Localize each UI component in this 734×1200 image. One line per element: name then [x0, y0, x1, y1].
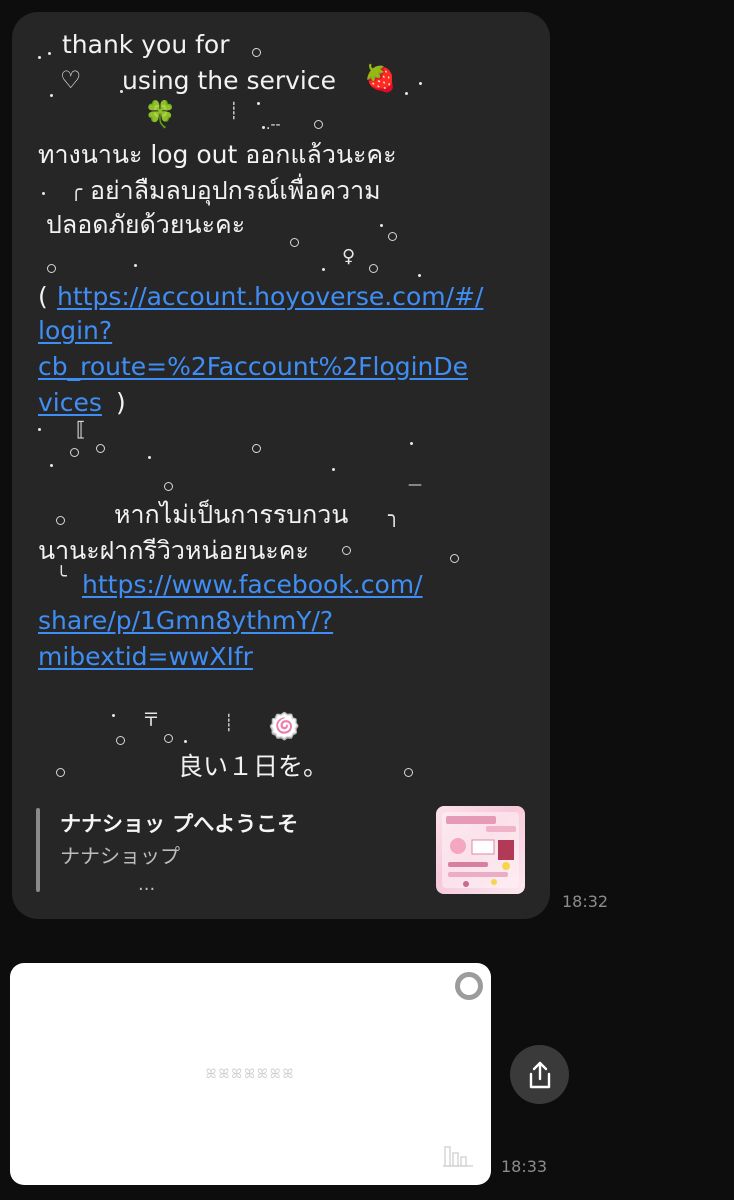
share-icon: [529, 1061, 550, 1088]
fishcake-icon: 🍥: [268, 712, 301, 742]
link-preview-title[interactable]: ナナショッ プへようこそ: [60, 808, 298, 838]
message-closing: 良い１日を。: [178, 752, 329, 781]
message-timestamp: 18:32: [562, 892, 609, 911]
facebook-link-part-2[interactable]: share/p/1Gmn8ythmY/?: [38, 606, 333, 636]
hoyoverse-link-part-1[interactable]: https://account.hoyoverse.com/#/: [57, 282, 483, 312]
image-timestamp: 18:33: [501, 1157, 548, 1176]
clover-icon: 🍀: [144, 100, 177, 130]
image-card[interactable]: ꕤꕤꕤꕤꕤꕤꕤ: [10, 963, 491, 1185]
message-thai-line-3: ปลอดภัยด้วยนะคะ: [46, 210, 246, 239]
message-line-thank-you: thank you for: [62, 30, 230, 59]
message-bubble[interactable]: ┊ .-- ♀ ⟦ — ╮ ╰ 〒 ┊ thank you for ♡ usin…: [12, 12, 550, 919]
message-thai-line-2: อย่าลืมลบอุปกรณ์เพื่อความ: [90, 176, 381, 205]
link-preview-bar: [36, 808, 40, 892]
link1-open-paren: (: [38, 282, 48, 311]
link-preview-subtitle: ナナショップ: [60, 844, 180, 868]
hoyoverse-link-part-4[interactable]: vices: [38, 388, 102, 418]
link-preview-more: ...: [138, 874, 156, 895]
message-thai-line-1: ทางนานะ log out ออกแล้วนะคะ: [38, 140, 397, 169]
facebook-link-part-1[interactable]: https://www.facebook.com/: [82, 570, 423, 600]
facebook-link-part-3[interactable]: mibextid=wwXIfr: [38, 642, 253, 672]
share-button[interactable]: [510, 1045, 569, 1104]
link1-close-paren: ): [116, 388, 126, 417]
strawberry-icon: 🍓: [364, 64, 397, 94]
select-ring-icon[interactable]: [455, 972, 483, 1000]
bar-chart-icon: [443, 1146, 473, 1167]
message-review-line-1: หากไม่เป็นการรบกวน: [114, 500, 349, 529]
message-line-using-service: using the service: [122, 66, 337, 95]
link-preview-thumbnail[interactable]: [436, 806, 525, 894]
image-card-text: ꕤꕤꕤꕤꕤꕤꕤ: [205, 1067, 296, 1082]
heart-icon: ♡: [60, 66, 82, 94]
hoyoverse-link-part-2[interactable]: login?: [38, 316, 112, 346]
message-review-line-2: นานะฝากรีวิวหน่อยนะคะ: [38, 536, 309, 565]
hoyoverse-link-part-3[interactable]: cb_route=%2Faccount%2FloginDe: [38, 352, 468, 382]
